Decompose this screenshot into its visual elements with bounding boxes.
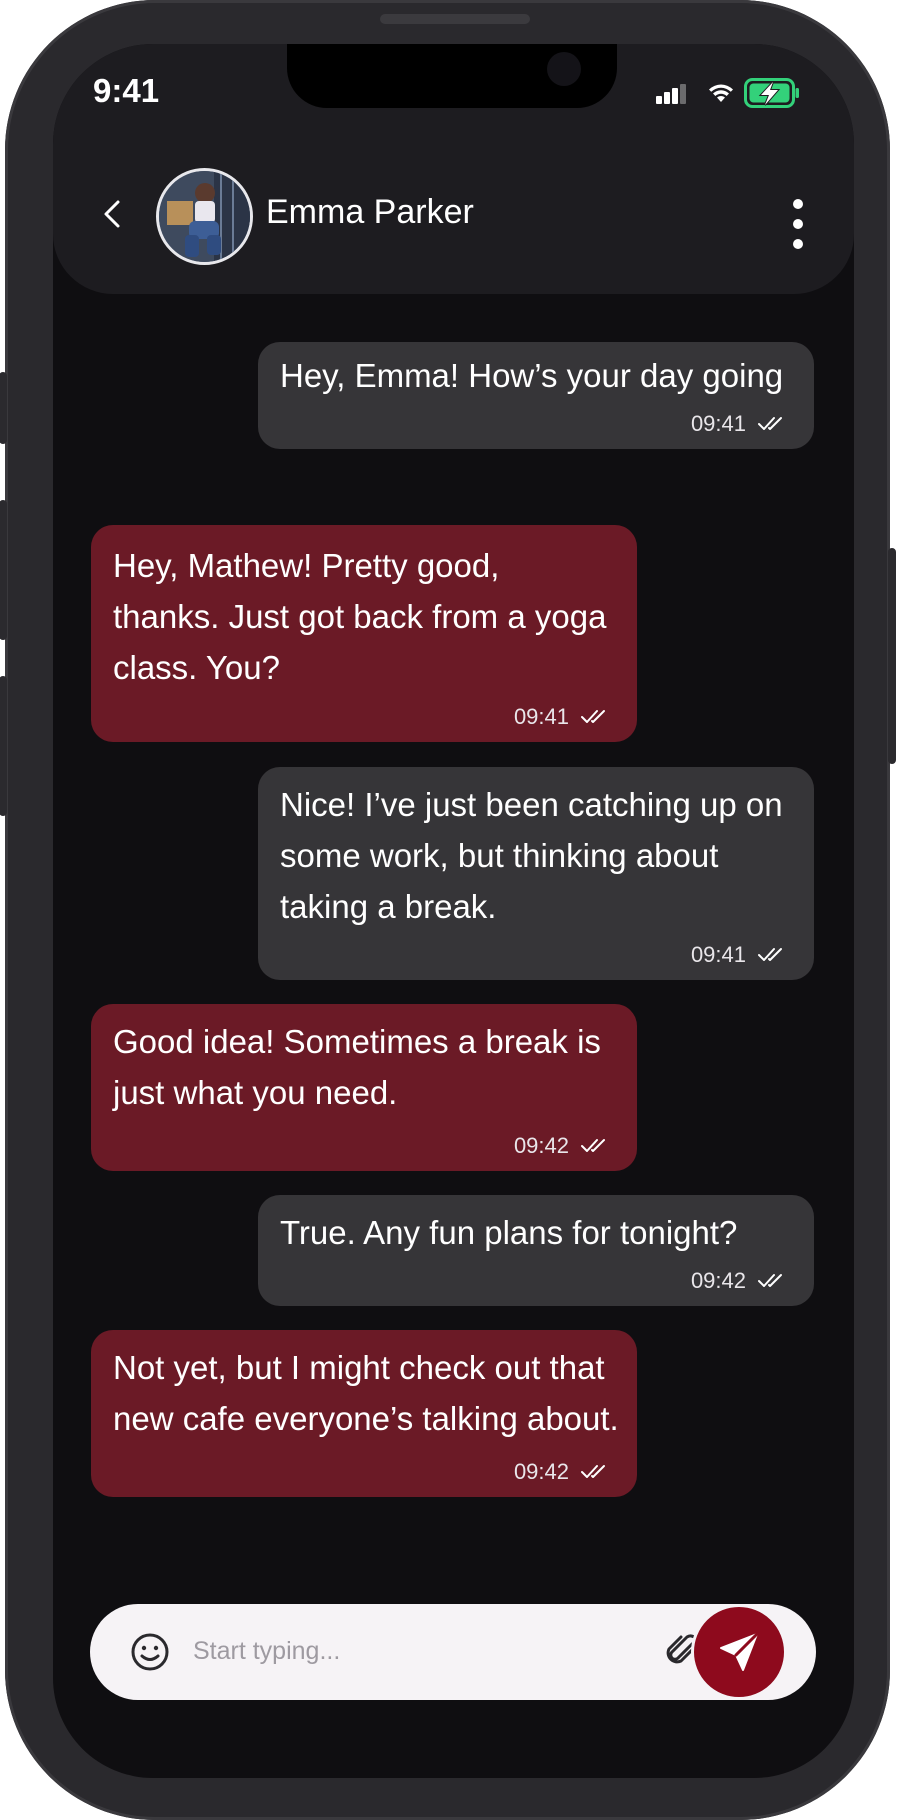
emoji-icon[interactable] [130,1632,170,1672]
status-icons [653,74,823,110]
double-check-icon [758,948,782,961]
message-time: 09:42 [513,1459,569,1484]
double-check-icon [581,1465,605,1478]
power-button [888,548,896,764]
message-time: 09:41 [690,942,746,967]
message-meta: 09:42 [514,1459,611,1485]
message-meta: 09:41 [691,942,788,968]
send-icon [720,1632,759,1671]
back-button[interactable] [93,194,133,234]
message-time: 09:41 [690,411,746,436]
chat-header: 9:41 Emma Parker [53,44,854,294]
front-camera [547,52,581,86]
contact-name[interactable]: Emma Parker [266,193,474,232]
message-text: True. Any fun plans for tonight? [280,1214,738,1251]
message-text: Good idea! Sometimes a break is just wha… [113,1023,601,1111]
message-time: 09:42 [513,1133,569,1158]
double-check-icon [581,1139,605,1152]
double-check-icon [758,1274,782,1287]
message-input[interactable]: Start typing... [193,1637,340,1666]
status-time: 9:41 [93,72,160,109]
message-text: Hey, Mathew! Pretty good, thanks. Just g… [113,547,607,686]
message-time: 09:42 [690,1268,746,1293]
signal-icon [656,84,686,104]
mute-switch [0,372,7,444]
message-text: Not yet, but I might check out that new … [113,1349,619,1437]
message-meta: 09:42 [514,1133,611,1159]
message-time: 09:41 [513,704,569,729]
more-vertical-icon[interactable] [783,194,813,254]
message-bubble-incoming[interactable]: Not yet, but I might check out that new … [91,1330,637,1497]
double-check-icon [581,710,605,723]
message-text: Nice! I’ve just been catching up on some… [280,786,783,925]
message-text: Hey, Emma! How’s your day going [280,357,784,394]
message-meta: 09:42 [691,1268,788,1294]
volume-up-button [0,500,7,640]
message-bubble-incoming[interactable]: Hey, Mathew! Pretty good, thanks. Just g… [91,525,637,742]
message-bubble-outgoing[interactable]: True. Any fun plans for tonight? 09:42 [258,1195,814,1306]
speaker-grille [380,14,530,24]
send-button[interactable] [691,1604,787,1700]
message-bubble-outgoing[interactable]: Hey, Emma! How’s your day going 09:41 [258,342,814,449]
double-check-icon [758,417,782,430]
volume-down-button [0,676,7,816]
message-bubble-incoming[interactable]: Good idea! Sometimes a break is just wha… [91,1004,637,1171]
battery-charging-icon [744,78,799,108]
notch [287,44,617,108]
avatar-image [159,171,250,262]
screen: 9:41 Emma Parker Hey, Emma! How’s your d… [53,44,854,1778]
wifi-icon [709,84,733,102]
message-meta: 09:41 [691,411,788,437]
avatar[interactable] [156,168,253,265]
phone-frame: 9:41 Emma Parker Hey, Emma! How’s your d… [0,0,896,1820]
message-bubble-outgoing[interactable]: Nice! I’ve just been catching up on some… [258,767,814,980]
message-meta: 09:41 [514,704,611,730]
